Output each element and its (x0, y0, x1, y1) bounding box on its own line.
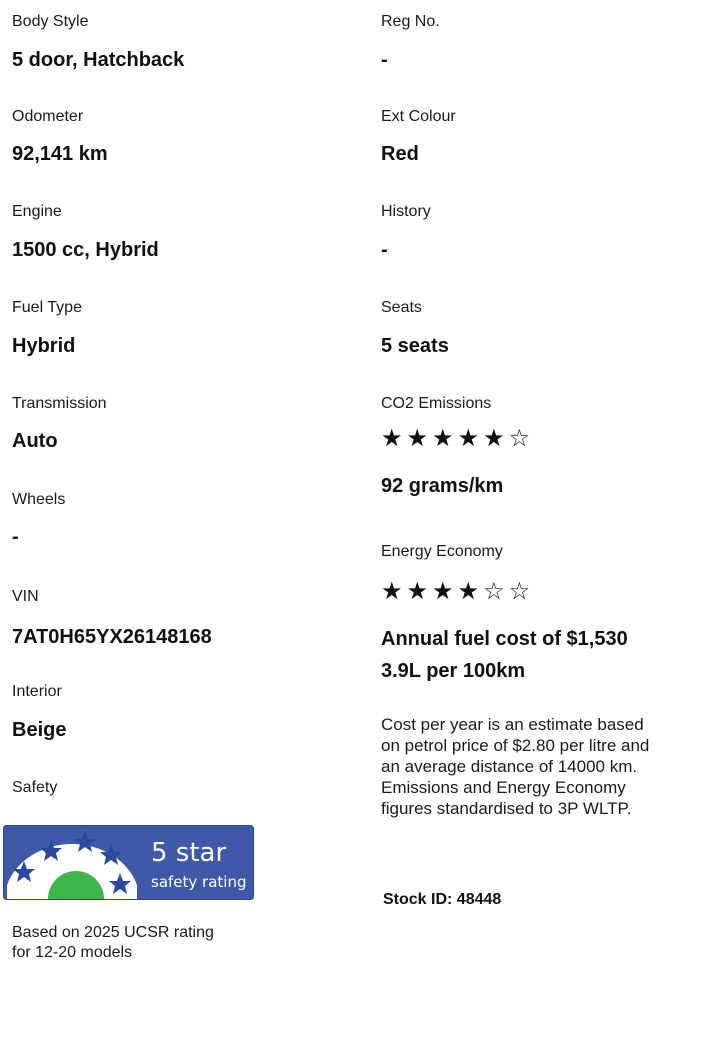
wheels-value: - (12, 526, 19, 548)
energy-label: Energy Economy (381, 543, 503, 560)
star-filled-icon: ★★★★ (381, 578, 484, 605)
stock-id: Stock ID: 48448 (383, 891, 502, 908)
safety-note-line: Based on 2025 UCSR rating (12, 924, 214, 941)
co2-label: CO2 Emissions (381, 395, 492, 412)
vin-label: VIN (12, 588, 39, 605)
ext-colour-value: Red (381, 143, 419, 165)
fuel-consumption: 3.9L per 100km (381, 660, 526, 682)
history-value: - (381, 239, 388, 261)
badge-star-text: 5 star (151, 838, 226, 868)
safety-label: Safety (12, 779, 58, 796)
star-empty-icon: ☆☆ (483, 578, 535, 605)
note-line: on petrol price of $2.80 per litre and (381, 736, 650, 755)
safety-note: Based on 2025 UCSR rating for 12-20 mode… (12, 923, 214, 963)
seats-value: 5 seats (381, 335, 449, 357)
reg-no-label: Reg No. (381, 13, 440, 30)
history-label: History (381, 203, 431, 220)
engine-value: 1500 cc, Hybrid (12, 239, 159, 261)
badge-rating-text: safety rating (151, 873, 246, 891)
odometer-label: Odometer (12, 108, 84, 125)
body-style-label: Body Style (12, 13, 89, 30)
note-line: Cost per year is an estimate based (381, 715, 644, 734)
wheels-label: Wheels (12, 491, 66, 508)
safety-note-line: for 12-20 models (12, 944, 133, 961)
interior-label: Interior (12, 683, 62, 700)
safety-rating-badge: 5 star safety rating (3, 825, 254, 900)
vin-value: 7AT0H65YX26148168 (12, 626, 212, 648)
annual-fuel-cost: Annual fuel cost of $1,530 (381, 628, 628, 650)
ext-colour-label: Ext Colour (381, 108, 456, 125)
reg-no-value: - (381, 49, 388, 71)
engine-label: Engine (12, 203, 62, 220)
co2-value: 92 grams/km (381, 475, 504, 497)
note-line: figures standardised to 3P WLTP. (381, 799, 632, 818)
energy-star-rating: ★★★★☆☆ (381, 579, 534, 605)
star-filled-icon: ★★★★★ (381, 425, 509, 452)
transmission-value: Auto (12, 430, 58, 452)
seats-label: Seats (381, 299, 422, 316)
note-line: Emissions and Energy Economy (381, 778, 626, 797)
fuel-type-value: Hybrid (12, 335, 76, 357)
note-line: an average distance of 14000 km. (381, 757, 638, 776)
fuel-type-label: Fuel Type (12, 299, 82, 316)
body-style-value: 5 door, Hatchback (12, 49, 185, 71)
transmission-label: Transmission (12, 395, 107, 412)
star-empty-icon: ☆ (508, 425, 535, 452)
fuel-cost-note: Cost per year is an estimate based on pe… (381, 714, 649, 819)
co2-star-rating: ★★★★★☆ (381, 426, 534, 452)
odometer-value: 92,141 km (12, 143, 108, 165)
interior-value: Beige (12, 719, 67, 741)
